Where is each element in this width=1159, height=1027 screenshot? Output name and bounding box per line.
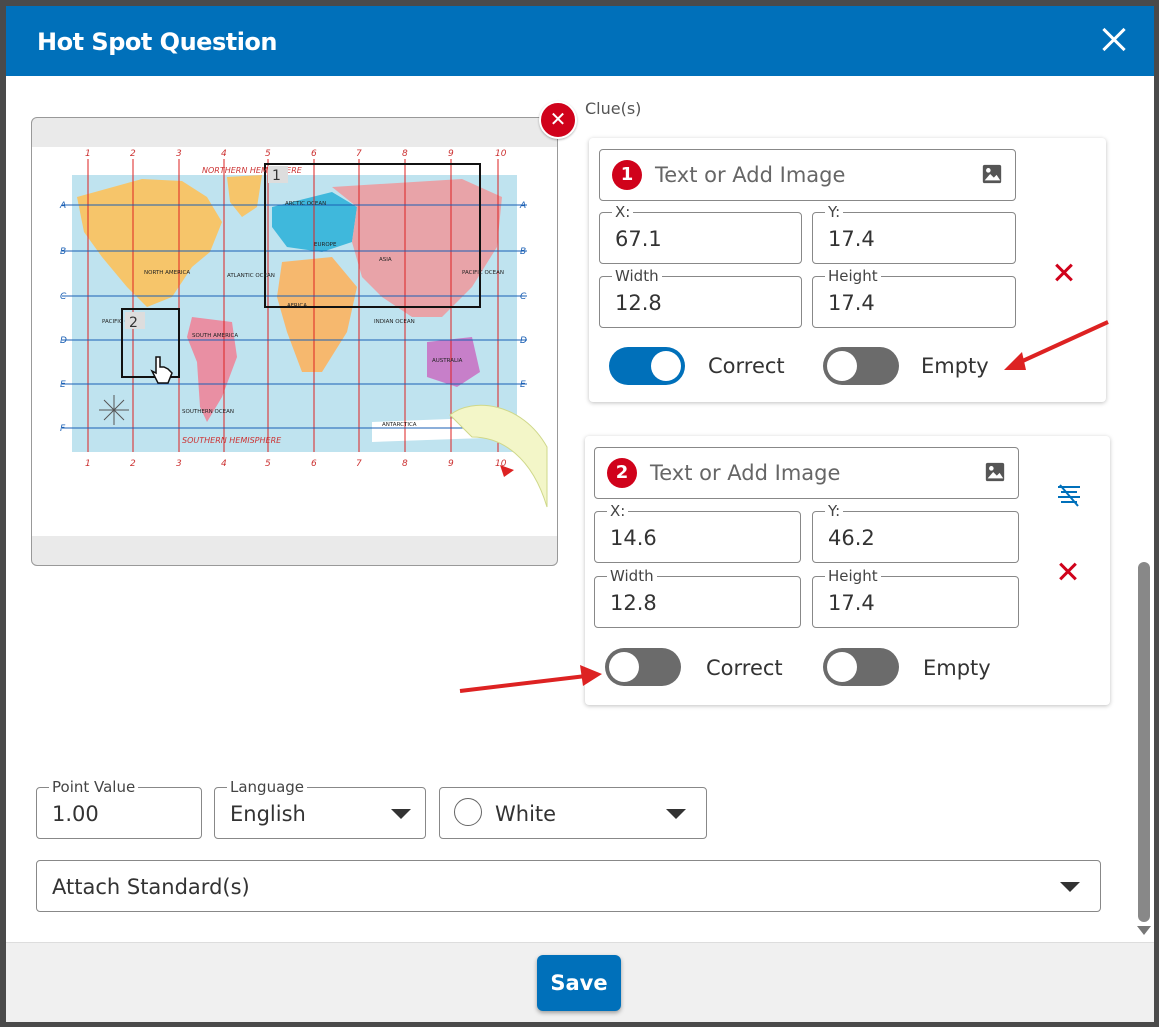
map-column-label: 2 bbox=[130, 149, 136, 159]
svg-text:AFRICA: AFRICA bbox=[287, 303, 307, 309]
delete-clue-icon[interactable] bbox=[1057, 560, 1079, 582]
empty-label: Empty bbox=[921, 354, 989, 378]
dialog-header: Hot Spot Question bbox=[6, 6, 1154, 76]
hotspot-image-panel[interactable]: 1122334455667788991010 AABBCCDDEEFF NORT… bbox=[31, 117, 558, 566]
svg-text:AUSTRALIA: AUSTRALIA bbox=[432, 358, 463, 364]
correct-label: Correct bbox=[706, 656, 783, 680]
map-column-label: 8 bbox=[402, 459, 408, 469]
svg-text:SOUTHERN HEMISPHERE: SOUTHERN HEMISPHERE bbox=[182, 436, 282, 445]
x-field[interactable]: X: 67.1 bbox=[599, 203, 802, 264]
delete-clue-icon[interactable] bbox=[1053, 261, 1075, 283]
svg-text:ATLANTIC OCEAN: ATLANTIC OCEAN bbox=[227, 273, 275, 279]
correct-toggle[interactable] bbox=[605, 648, 681, 686]
annotation-arrow-1 bbox=[1004, 320, 1109, 370]
clear-formatting-icon[interactable] bbox=[1055, 482, 1083, 510]
svg-text:PACIFIC OCEAN: PACIFIC OCEAN bbox=[462, 270, 504, 276]
map-row-label: C bbox=[60, 292, 67, 302]
map-column-label: 9 bbox=[448, 459, 454, 469]
chevron-down-icon bbox=[666, 809, 686, 819]
map-row-label: A bbox=[519, 201, 526, 211]
empty-label: Empty bbox=[923, 656, 991, 680]
map-column-label: 5 bbox=[265, 149, 271, 159]
map-row-label: B bbox=[60, 247, 66, 257]
clue-card-2: 2 Text or Add Image X: 14.6 Y: 46.2 Widt… bbox=[585, 436, 1110, 705]
dialog-body: 1122334455667788991010 AABBCCDDEEFF NORT… bbox=[6, 76, 1154, 942]
map-column-label: 3 bbox=[176, 459, 182, 469]
svg-text:SOUTHERN OCEAN: SOUTHERN OCEAN bbox=[182, 409, 234, 415]
empty-toggle[interactable] bbox=[823, 347, 899, 385]
map-column-label: 8 bbox=[402, 149, 408, 159]
map-column-label: 1 bbox=[85, 459, 91, 469]
svg-text:ARCTIC OCEAN: ARCTIC OCEAN bbox=[285, 201, 326, 207]
width-field[interactable]: Width 12.8 bbox=[594, 567, 801, 628]
map-column-label: 4 bbox=[221, 149, 227, 159]
y-field[interactable]: Y: 46.2 bbox=[812, 502, 1019, 563]
map-column-label: 7 bbox=[356, 459, 362, 469]
map-row-label: C bbox=[520, 292, 527, 302]
height-field[interactable]: Height 17.4 bbox=[812, 567, 1019, 628]
svg-text:EUROPE: EUROPE bbox=[314, 242, 337, 248]
chevron-down-icon bbox=[391, 809, 411, 819]
width-field[interactable]: Width 12.8 bbox=[599, 267, 802, 328]
add-image-icon[interactable] bbox=[984, 461, 1006, 483]
save-button[interactable]: Save bbox=[537, 955, 621, 1011]
y-field[interactable]: Y: 17.4 bbox=[812, 203, 1016, 264]
annotation-arrow-2 bbox=[459, 665, 602, 693]
map-column-label: 4 bbox=[221, 459, 227, 469]
map-row-label: D bbox=[60, 336, 67, 346]
dialog-footer: Save bbox=[6, 942, 1154, 1022]
color-select[interactable]: White bbox=[439, 787, 707, 839]
svg-text:1: 1 bbox=[272, 168, 281, 184]
color-swatch bbox=[454, 798, 482, 826]
map-column-label: 10 bbox=[495, 149, 507, 159]
svg-text:2: 2 bbox=[129, 315, 138, 331]
dialog-title: Hot Spot Question bbox=[37, 28, 278, 56]
scrollbar[interactable] bbox=[1138, 562, 1150, 922]
map-row-label: E bbox=[520, 380, 526, 390]
map-column-label: 5 bbox=[265, 459, 271, 469]
clue-number-badge: 1 bbox=[612, 160, 642, 190]
add-image-icon[interactable] bbox=[981, 163, 1003, 185]
remove-image-button[interactable]: ✕ bbox=[539, 101, 577, 139]
scroll-down-icon[interactable] bbox=[1137, 926, 1151, 935]
point-value-field[interactable]: Point Value 1.00 bbox=[36, 778, 202, 839]
map-column-label: 7 bbox=[356, 149, 362, 159]
map-column-label: 6 bbox=[311, 149, 317, 159]
clues-heading: Clue(s) bbox=[585, 99, 642, 118]
map-row-label: D bbox=[520, 336, 527, 346]
world-map-image[interactable]: 1122334455667788991010 AABBCCDDEEFF NORT… bbox=[32, 147, 557, 536]
svg-text:ANTARCTICA: ANTARCTICA bbox=[382, 422, 417, 428]
map-row-label: B bbox=[520, 247, 526, 257]
chevron-down-icon bbox=[1060, 882, 1080, 892]
close-icon: ✕ bbox=[549, 109, 567, 131]
x-field[interactable]: X: 14.6 bbox=[594, 502, 801, 563]
map-row-label: A bbox=[59, 201, 66, 211]
clue-text-input[interactable]: 1 Text or Add Image bbox=[599, 149, 1016, 201]
language-select[interactable]: Language English bbox=[214, 778, 426, 839]
svg-text:INDIAN OCEAN: INDIAN OCEAN bbox=[374, 319, 415, 325]
clue-placeholder: Text or Add Image bbox=[650, 461, 841, 485]
svg-text:ASIA: ASIA bbox=[379, 257, 392, 263]
clue-text-input[interactable]: 2 Text or Add Image bbox=[594, 447, 1019, 499]
map-row-label: F bbox=[60, 424, 66, 434]
correct-label: Correct bbox=[708, 354, 785, 378]
map-column-label: 6 bbox=[311, 459, 317, 469]
correct-toggle[interactable] bbox=[609, 347, 685, 385]
svg-text:SOUTH AMERICA: SOUTH AMERICA bbox=[192, 333, 238, 339]
clue-number-badge: 2 bbox=[607, 458, 637, 488]
close-icon[interactable] bbox=[1094, 20, 1134, 60]
map-column-label: 2 bbox=[130, 459, 136, 469]
clue-placeholder: Text or Add Image bbox=[655, 163, 846, 187]
empty-toggle[interactable] bbox=[823, 648, 899, 686]
map-column-label: 1 bbox=[85, 149, 91, 159]
hot-spot-dialog: Hot Spot Question 1 1 2 2 3 3 4 4 5 5 6 … bbox=[6, 6, 1154, 1022]
map-column-label: 3 bbox=[176, 149, 182, 159]
attach-standards-select[interactable]: Attach Standard(s) bbox=[36, 860, 1101, 912]
height-field[interactable]: Height 17.4 bbox=[812, 267, 1016, 328]
svg-text:NORTH AMERICA: NORTH AMERICA bbox=[144, 270, 190, 276]
map-column-label: 9 bbox=[448, 149, 454, 159]
map-row-label: E bbox=[60, 380, 66, 390]
